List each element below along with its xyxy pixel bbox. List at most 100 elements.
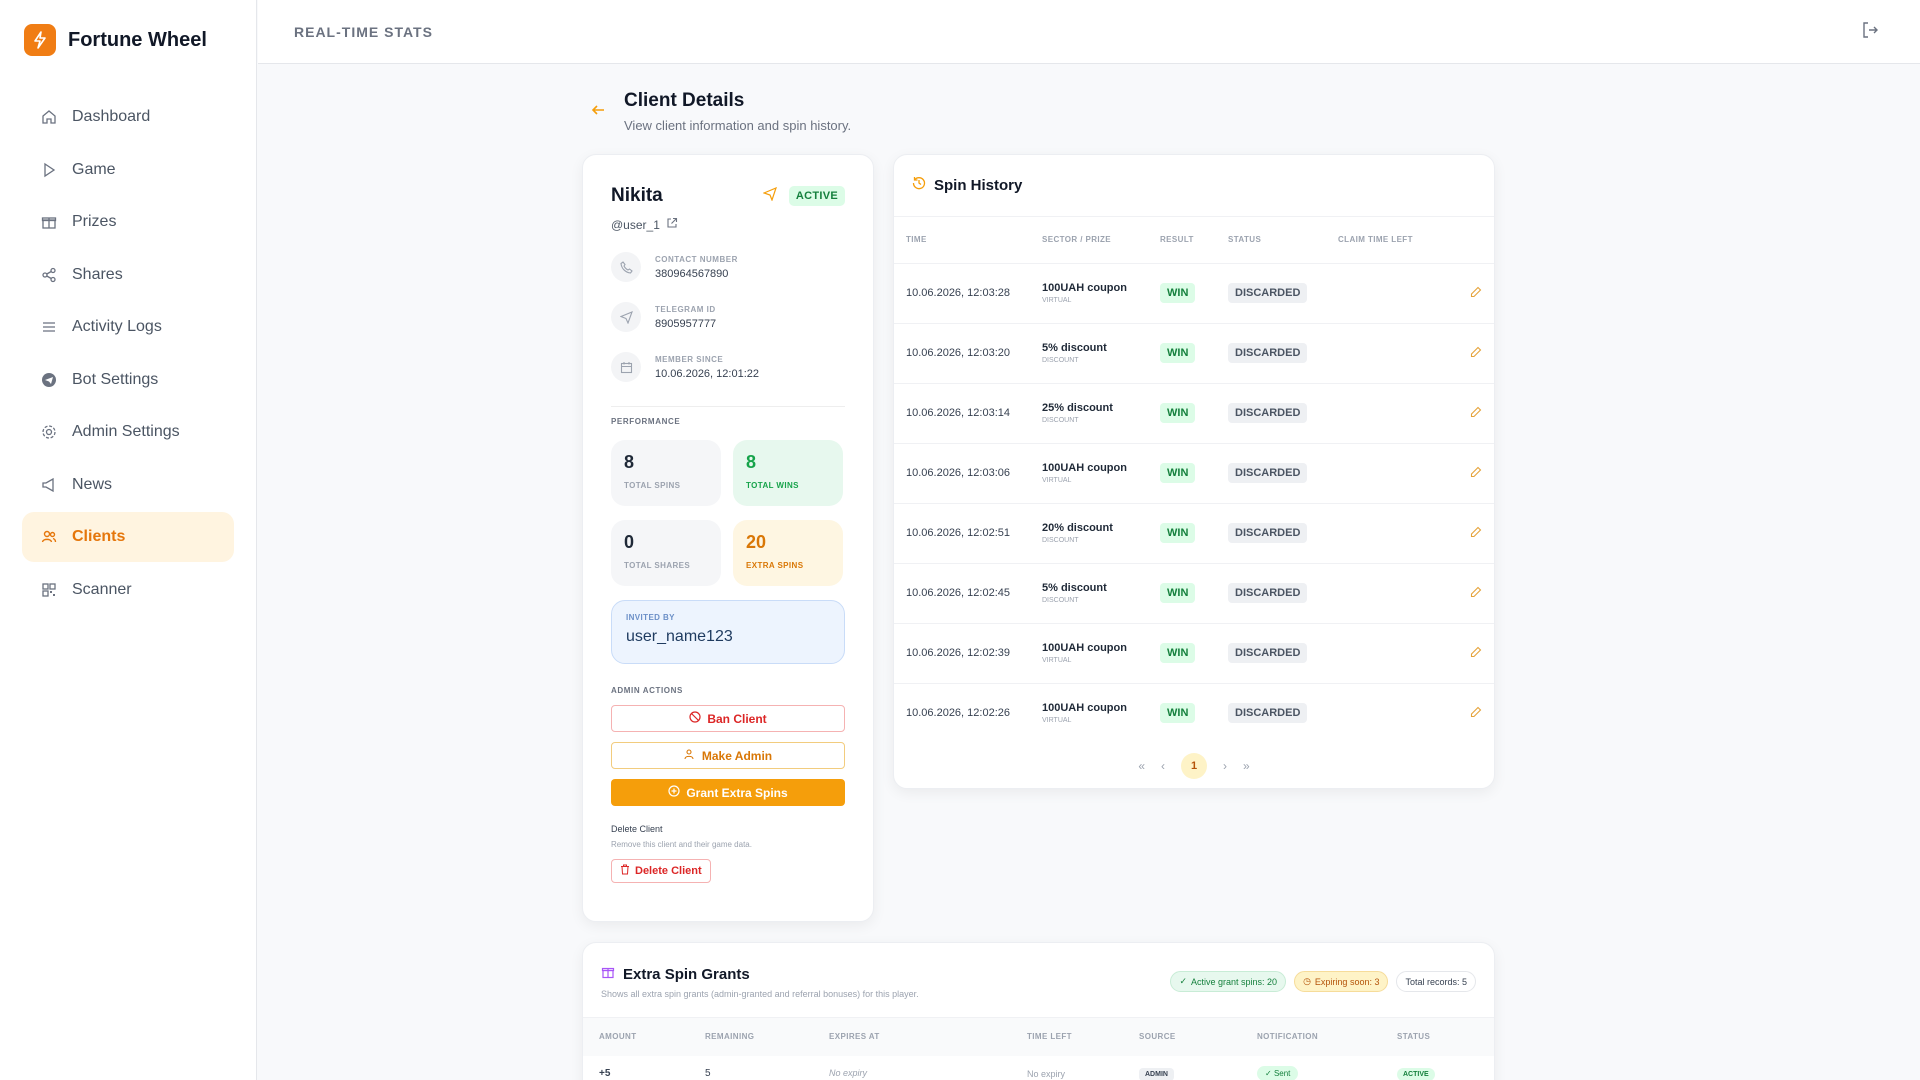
- telegram-send-icon[interactable]: [762, 186, 777, 206]
- column-header: NOTIFICATION: [1241, 1017, 1381, 1056]
- pencil-icon[interactable]: [1470, 646, 1482, 661]
- performance-section: PERFORMANCE 8 TOTAL SPINS 8 TOTAL WINS 0…: [611, 406, 845, 586]
- make-admin-button[interactable]: Make Admin: [611, 742, 845, 769]
- ban-client-button[interactable]: Ban Client: [611, 705, 845, 732]
- grant-extra-spins-button[interactable]: Grant Extra Spins: [611, 779, 845, 806]
- table-row: 10.06.2026, 12:02:45 5% discount DISCOUNT W…: [894, 562, 1494, 623]
- logout-icon[interactable]: [1860, 20, 1884, 44]
- grant-source: ADMIN: [1139, 1068, 1174, 1080]
- prev-page-icon[interactable]: ‹: [1161, 759, 1165, 773]
- table-row: 10.06.2026, 12:03:20 5% discount DISCOUNT W…: [894, 322, 1494, 383]
- admin-actions: ADMIN ACTIONS Ban Client Make Admin Gran…: [611, 686, 845, 883]
- pagination: « ‹ 1 › »: [894, 753, 1494, 779]
- sidebar-item-scanner[interactable]: Scanner: [22, 565, 234, 615]
- spin-prize-type: VIRTUAL: [1042, 657, 1072, 664]
- stat-label: TOTAL WINS: [746, 481, 799, 490]
- play-icon: [40, 161, 58, 179]
- sidebar-item-label: Prizes: [72, 213, 117, 230]
- spin-prize-type: DISCOUNT: [1042, 357, 1079, 364]
- sidebar-item-game[interactable]: Game: [22, 145, 234, 195]
- sidebar-item-label: Dashboard: [72, 108, 151, 125]
- username-link[interactable]: @user_1: [611, 217, 845, 232]
- spin-time: 10.06.2026, 12:03:14: [894, 382, 1030, 443]
- grant-time-left: No expiry: [1027, 1068, 1066, 1079]
- next-page-icon[interactable]: ›: [1223, 759, 1227, 773]
- delete-client-title: Delete Client: [611, 824, 663, 834]
- calendar-icon: [611, 352, 641, 382]
- topbar: REAL-TIME STATS: [258, 0, 1920, 64]
- edit-cell: [1444, 322, 1494, 383]
- spin-claim-time: [1326, 682, 1444, 743]
- pencil-icon[interactable]: [1470, 586, 1482, 601]
- spin-result-cell: WIN: [1148, 502, 1216, 563]
- spin-history-card: Spin History TIME SECTOR / PRIZE RESULT …: [893, 154, 1495, 789]
- result-badge: WIN: [1160, 703, 1196, 724]
- invited-by-box: INVITED BY user_name123: [611, 600, 845, 664]
- back-arrow-icon[interactable]: [590, 102, 606, 133]
- pencil-icon[interactable]: [1470, 526, 1482, 541]
- result-badge: WIN: [1160, 643, 1196, 663]
- spin-time: 10.06.2026, 12:02:45: [894, 562, 1030, 623]
- grants-title: Extra Spin Grants: [623, 965, 750, 983]
- sidebar-item-dashboard[interactable]: Dashboard: [22, 92, 234, 142]
- sidebar-item-label: Clients: [72, 528, 126, 545]
- contact-value: 380964567890: [655, 267, 729, 280]
- grants-subtitle: Shows all extra spin grants (admin-grant…: [601, 989, 919, 999]
- phone-icon: [611, 252, 641, 282]
- pencil-icon[interactable]: [1470, 466, 1482, 481]
- sidebar-item-news[interactable]: News: [22, 460, 234, 510]
- sidebar-item-clients[interactable]: Clients: [22, 512, 234, 562]
- grants-table: AMOUNT REMAINING EXPIRES AT TIME LEFT SO…: [583, 1017, 1494, 1080]
- list-icon: [40, 318, 58, 336]
- topbar-title: REAL-TIME STATS: [294, 23, 433, 40]
- grant-expires-cell: No expiry: [813, 1056, 1011, 1080]
- telegram-label: TELEGRAM ID: [655, 304, 716, 314]
- grant-amount: +5: [599, 1068, 611, 1079]
- column-header: CLAIM TIME LEFT: [1338, 235, 1413, 245]
- notification-text: Sent: [1273, 1069, 1291, 1078]
- spin-history-table: TIME SECTOR / PRIZE RESULT STATUS CLAIM …: [894, 217, 1494, 743]
- table-header-row: AMOUNT REMAINING EXPIRES AT TIME LEFT SO…: [583, 1017, 1494, 1056]
- status-badge: DISCARDED: [1228, 643, 1308, 663]
- external-link-icon: [666, 217, 678, 232]
- sidebar-item-label: Shares: [72, 265, 123, 283]
- users-icon: [40, 528, 58, 546]
- last-page-icon[interactable]: »: [1243, 759, 1250, 773]
- column-header: RESULT: [1160, 235, 1194, 245]
- sidebar-item-shares[interactable]: Shares: [22, 250, 234, 300]
- extra-spin-grants-card: Extra Spin Grants Shows all extra spin g…: [582, 942, 1495, 1080]
- delete-client-description: Remove this client and their game data.: [611, 840, 752, 849]
- spin-prize: 5% discount: [1042, 342, 1107, 354]
- user-shield-icon: [684, 748, 696, 763]
- pencil-icon[interactable]: [1470, 286, 1482, 301]
- admin-actions-label: ADMIN ACTIONS: [611, 686, 683, 695]
- spin-result-cell: WIN: [1148, 382, 1216, 443]
- first-page-icon[interactable]: «: [1138, 759, 1145, 773]
- brand[interactable]: Fortune Wheel: [0, 0, 256, 80]
- spin-status-cell: DISCARDED: [1216, 682, 1326, 743]
- status-badge: DISCARDED: [1228, 463, 1308, 483]
- pencil-icon[interactable]: [1470, 406, 1482, 421]
- column-header: TIME: [906, 235, 927, 245]
- gift-icon: [601, 965, 615, 983]
- table-row: 10.06.2026, 12:03:06 100UAH coupon VIRTUAL…: [894, 442, 1494, 503]
- page-subtitle: View client information and spin history…: [624, 118, 852, 133]
- pencil-icon[interactable]: [1470, 346, 1482, 361]
- status-badge: DISCARDED: [1228, 283, 1308, 303]
- sidebar-item-prizes[interactable]: Prizes: [22, 197, 234, 247]
- spin-prize-type: DISCOUNT: [1042, 417, 1079, 424]
- result-badge: WIN: [1160, 283, 1196, 303]
- sidebar-item-admin-settings[interactable]: Admin Settings: [22, 407, 234, 457]
- result-badge: WIN: [1160, 343, 1196, 363]
- sidebar-item-bot-settings[interactable]: Bot Settings: [22, 355, 234, 405]
- edit-cell: [1444, 442, 1494, 503]
- pill-text: Active grant spins: 20: [1191, 976, 1278, 987]
- sidebar-item-activity-logs[interactable]: Activity Logs: [22, 302, 234, 352]
- grant-source-cell: ADMIN: [1123, 1056, 1241, 1080]
- stat-total-shares: 0 TOTAL SHARES: [611, 520, 721, 586]
- spin-claim-time: [1326, 562, 1444, 623]
- delete-client-button[interactable]: Delete Client: [611, 859, 711, 883]
- page-number-button[interactable]: 1: [1181, 753, 1207, 779]
- telegram-value: 8905957777: [655, 317, 717, 330]
- pencil-icon[interactable]: [1470, 706, 1482, 721]
